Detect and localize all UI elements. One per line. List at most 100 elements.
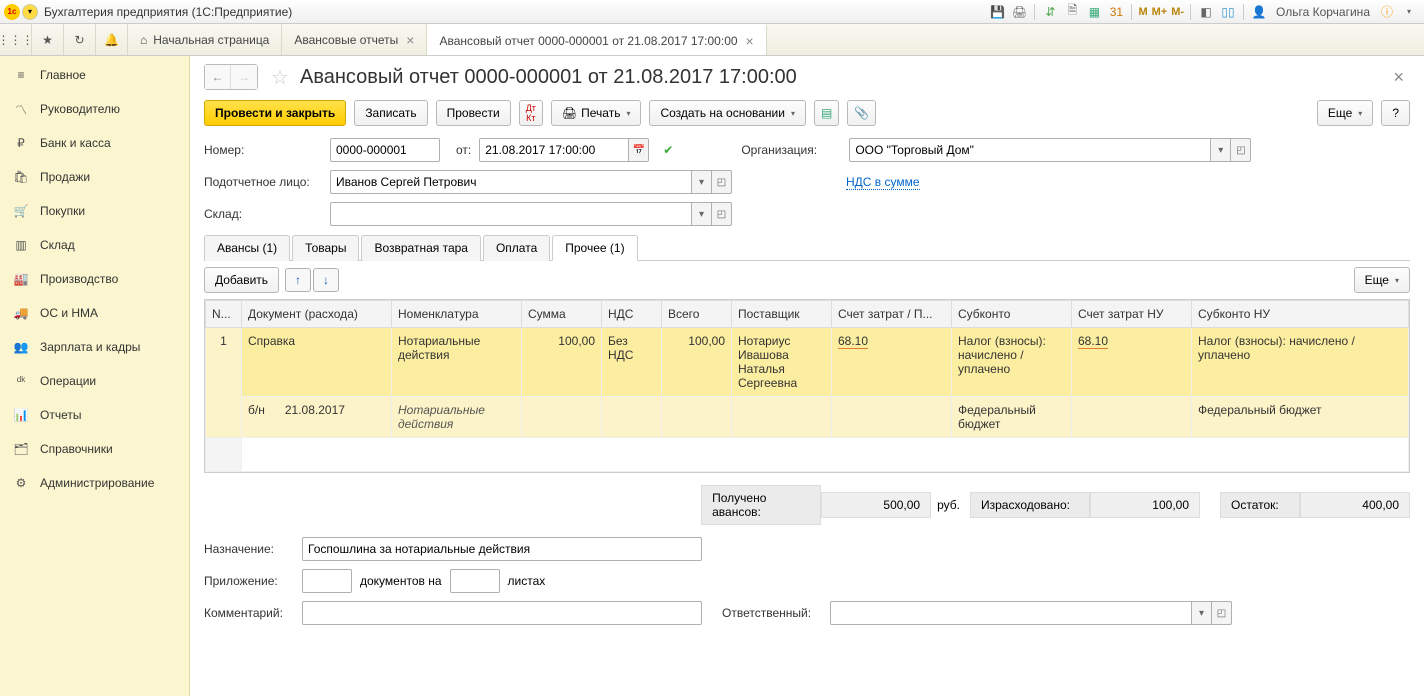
subtab-other[interactable]: Прочее (1)	[552, 235, 637, 261]
sidebar-item-bank[interactable]: ₽Банк и касса	[0, 126, 189, 160]
info-dd-icon[interactable]: ▾	[1400, 3, 1418, 21]
favorite-star-icon[interactable]: ☆	[268, 65, 292, 89]
org-input[interactable]	[849, 138, 1211, 162]
print-button[interactable]: 🖨Печать▾	[551, 100, 642, 126]
sidebar-item-operations[interactable]: ᵈᵏОперации	[0, 364, 189, 398]
col-acct[interactable]: Счет затрат / П...	[832, 301, 952, 328]
doc-icon[interactable]: 🗎	[1063, 3, 1081, 21]
dropdown-icon[interactable]: ▾	[1192, 601, 1212, 625]
cell[interactable]: 100,00	[662, 328, 732, 397]
cell[interactable]	[832, 397, 952, 438]
purpose-input[interactable]	[302, 537, 702, 561]
compare-icon[interactable]: ⇵	[1041, 3, 1059, 21]
layout-icon[interactable]: ▯▯	[1219, 3, 1237, 21]
close-icon[interactable]: ×	[406, 34, 414, 46]
col-subkonto[interactable]: Субконто	[952, 301, 1072, 328]
create-based-button[interactable]: Создать на основании▾	[649, 100, 806, 126]
responsible-input[interactable]	[830, 601, 1192, 625]
col-acct-nu[interactable]: Счет затрат НУ	[1072, 301, 1192, 328]
move-up-button[interactable]: ↑	[285, 268, 311, 292]
cell[interactable]: Федеральный бюджет	[952, 397, 1072, 438]
cell[interactable]: 68.10	[832, 328, 952, 397]
sidebar-item-dictionaries[interactable]: 🗂Справочники	[0, 432, 189, 466]
open-icon[interactable]: ◰	[1231, 138, 1251, 162]
post-and-close-button[interactable]: Провести и закрыть	[204, 100, 346, 126]
dropdown-icon[interactable]: ▾	[692, 170, 712, 194]
window-mode-icon[interactable]: ◧	[1197, 3, 1215, 21]
cell[interactable]: Налог (взносы): начислено / уплачено	[1192, 328, 1409, 397]
tab-report-doc[interactable]: Авансовый отчет 0000-000001 от 21.08.201…	[427, 24, 766, 55]
cell[interactable]: Справка	[242, 328, 392, 397]
close-document-icon[interactable]: ×	[1387, 67, 1410, 88]
cell[interactable]: Федеральный бюджет	[1192, 397, 1409, 438]
sidebar-item-assets[interactable]: 🚚ОС и НМА	[0, 296, 189, 330]
tab-start[interactable]: ⌂ Начальная страница	[128, 24, 282, 55]
report-button[interactable]: ▤	[814, 100, 839, 126]
forward-button[interactable]: →	[231, 65, 257, 89]
sidebar-item-production[interactable]: 🏭Производство	[0, 262, 189, 296]
app-menu-dropdown[interactable]: ▾	[22, 4, 38, 20]
back-button[interactable]: ←	[205, 65, 231, 89]
subtab-returnable[interactable]: Возвратная тара	[361, 235, 481, 261]
date-input[interactable]	[479, 138, 629, 162]
cell[interactable]: Без НДС	[602, 328, 662, 397]
cell[interactable]	[662, 397, 732, 438]
close-icon[interactable]: ×	[746, 35, 754, 47]
subtab-advances[interactable]: Авансы (1)	[204, 235, 290, 261]
calendar-picker-icon[interactable]: 📅	[629, 138, 649, 162]
post-button[interactable]: Провести	[436, 100, 511, 126]
cell[interactable]: 68.10	[1072, 328, 1192, 397]
col-doc[interactable]: Документ (расхода)	[242, 301, 392, 328]
m-button[interactable]: M	[1136, 6, 1149, 18]
col-n[interactable]: N...	[206, 301, 242, 328]
tab-reports-list[interactable]: Авансовые отчеты ×	[282, 24, 427, 55]
m-minus-button[interactable]: M-	[1169, 6, 1186, 18]
cell[interactable]: Нотариальные действия	[392, 397, 522, 438]
sidebar-item-sales[interactable]: 🛍Продажи	[0, 160, 189, 194]
dk-button[interactable]: ДтКт	[519, 100, 543, 126]
att-sheets-input[interactable]	[450, 569, 500, 593]
dropdown-icon[interactable]: ▾	[1211, 138, 1231, 162]
attach-button[interactable]: 📎	[847, 100, 876, 126]
table-row[interactable]	[206, 438, 1409, 472]
grid-more-button[interactable]: Еще▾	[1354, 267, 1410, 293]
m-plus-button[interactable]: M+	[1150, 6, 1170, 18]
move-down-button[interactable]: ↓	[313, 268, 339, 292]
apps-grid-icon[interactable]: ⋮⋮⋮	[0, 24, 32, 55]
info-icon[interactable]: ⓘ	[1378, 3, 1396, 21]
cell[interactable]	[602, 397, 662, 438]
sidebar-item-salary[interactable]: 👥Зарплата и кадры	[0, 330, 189, 364]
cell[interactable]: б/н 21.08.2017	[242, 397, 392, 438]
col-nom[interactable]: Номенклатура	[392, 301, 522, 328]
sidebar-item-reports[interactable]: 📊Отчеты	[0, 398, 189, 432]
sidebar-item-warehouse[interactable]: ▥Склад	[0, 228, 189, 262]
col-total[interactable]: Всего	[662, 301, 732, 328]
calendar-icon[interactable]: 31	[1107, 3, 1125, 21]
subtab-goods[interactable]: Товары	[292, 235, 359, 261]
table-row[interactable]: 1 Справка Нотариальные действия 100,00 Б…	[206, 328, 1409, 397]
help-button[interactable]: ?	[1381, 100, 1410, 126]
open-icon[interactable]: ◰	[712, 202, 732, 226]
sidebar-item-purchases[interactable]: 🛒Покупки	[0, 194, 189, 228]
subtab-payment[interactable]: Оплата	[483, 235, 550, 261]
att-docs-input[interactable]	[302, 569, 352, 593]
dropdown-icon[interactable]: ▾	[692, 202, 712, 226]
favorites-icon[interactable]: ★	[32, 24, 64, 55]
col-supplier[interactable]: Поставщик	[732, 301, 832, 328]
save-button[interactable]: Записать	[354, 100, 427, 126]
cell[interactable]	[732, 397, 832, 438]
print-icon[interactable]: 🖨	[1010, 3, 1028, 21]
table-row[interactable]: б/н 21.08.2017 Нотариальные действия Фед…	[206, 397, 1409, 438]
sidebar-item-manager[interactable]: 〽Руководителю	[0, 92, 189, 126]
cell[interactable]: Нотариальные действия	[392, 328, 522, 397]
sidebar-item-admin[interactable]: ⚙Администрирование	[0, 466, 189, 500]
cell[interactable]: Нотариус Ивашова Наталья Сергеевна	[732, 328, 832, 397]
vat-link[interactable]: НДС в сумме	[846, 175, 920, 190]
cell[interactable]	[1072, 397, 1192, 438]
history-icon[interactable]: ↻	[64, 24, 96, 55]
cell[interactable]: 100,00	[522, 328, 602, 397]
calc-icon[interactable]: ▦	[1085, 3, 1103, 21]
add-row-button[interactable]: Добавить	[204, 267, 279, 293]
notifications-icon[interactable]: 🔔	[96, 24, 128, 55]
save-icon[interactable]: 💾	[988, 3, 1006, 21]
